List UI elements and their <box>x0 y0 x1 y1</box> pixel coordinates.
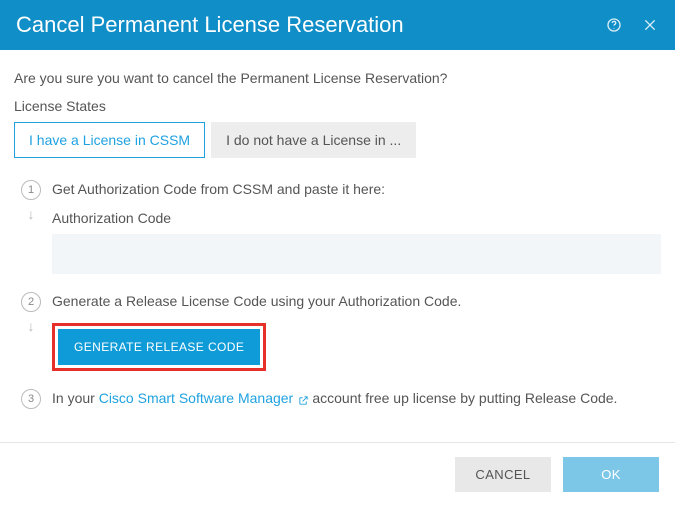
step-number: 1 <box>21 180 41 200</box>
dialog-header: Cancel Permanent License Reservation <box>0 0 675 50</box>
external-link-icon <box>295 394 312 406</box>
header-actions <box>605 16 659 34</box>
dialog-title: Cancel Permanent License Reservation <box>16 12 605 38</box>
generate-release-code-button[interactable]: GENERATE RELEASE CODE <box>58 329 260 365</box>
step-1: 1 ↓ Get Authorization Code from CSSM and… <box>14 180 661 274</box>
help-icon[interactable] <box>605 16 623 34</box>
step-number: 2 <box>21 292 41 312</box>
step-3-pre: In your <box>52 390 99 406</box>
step-2: 2 ↓ Generate a Release License Code usin… <box>14 292 661 372</box>
authorization-code-label: Authorization Code <box>52 210 661 226</box>
dialog-footer: CANCEL OK <box>0 442 675 506</box>
tab-have-license[interactable]: I have a License in CSSM <box>14 122 205 158</box>
step-2-text: Generate a Release License Code using yo… <box>52 292 661 312</box>
tab-no-license[interactable]: I do not have a License in ... <box>211 122 416 158</box>
dialog-body: Are you sure you want to cancel the Perm… <box>0 50 675 442</box>
arrow-down-icon: ↓ <box>28 206 35 222</box>
cancel-button[interactable]: CANCEL <box>455 457 551 492</box>
cssm-link[interactable]: Cisco Smart Software Manager <box>99 390 294 406</box>
close-icon[interactable] <box>641 16 659 34</box>
authorization-code-input[interactable] <box>52 234 661 274</box>
highlight-box: GENERATE RELEASE CODE <box>52 323 266 371</box>
step-3-post: account free up license by putting Relea… <box>312 390 617 406</box>
step-number: 3 <box>21 389 41 409</box>
steps-container: 1 ↓ Get Authorization Code from CSSM and… <box>14 180 661 419</box>
arrow-down-icon: ↓ <box>28 318 35 334</box>
ok-button[interactable]: OK <box>563 457 659 492</box>
step-indicator: 2 ↓ <box>14 292 48 334</box>
step-1-text: Get Authorization Code from CSSM and pas… <box>52 180 661 200</box>
license-state-tabs: I have a License in CSSM I do not have a… <box>14 122 661 158</box>
confirmation-prompt: Are you sure you want to cancel the Perm… <box>14 70 661 86</box>
step-indicator: 3 <box>14 389 48 409</box>
step-indicator: 1 ↓ <box>14 180 48 222</box>
step-3-text: In your Cisco Smart Software Manager acc… <box>52 389 661 409</box>
cancel-license-dialog: Cancel Permanent License Reservation Are… <box>0 0 675 506</box>
step-3: 3 In your Cisco Smart Software Manager a… <box>14 389 661 419</box>
license-states-label: License States <box>14 98 661 114</box>
